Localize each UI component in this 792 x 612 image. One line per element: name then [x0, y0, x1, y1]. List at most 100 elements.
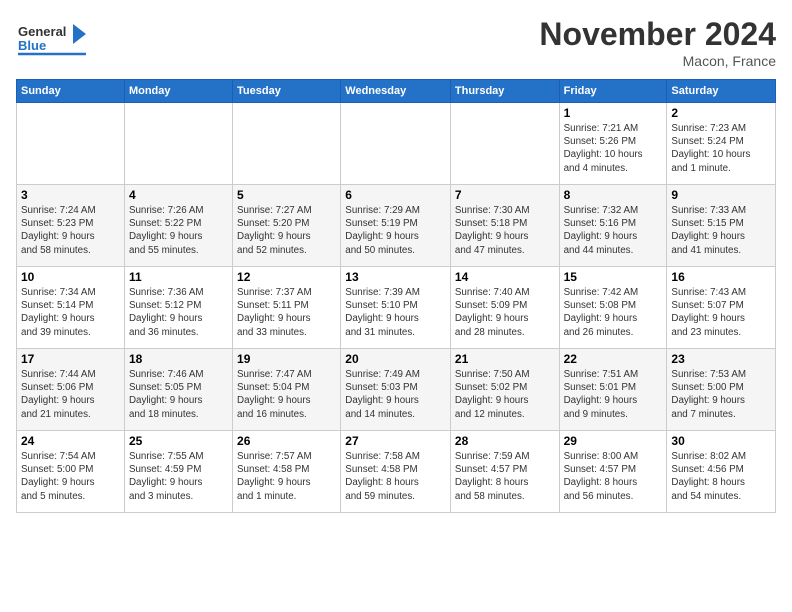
calendar-header: Sunday Monday Tuesday Wednesday Thursday…: [17, 80, 776, 103]
calendar-cell: 2Sunrise: 7:23 AM Sunset: 5:24 PM Daylig…: [667, 103, 776, 185]
header-monday: Monday: [124, 80, 232, 103]
calendar-cell: 7 Sunrise: 7:30 AM Sunset: 5:18 PM Daylig…: [450, 185, 559, 267]
calendar-cell: 10 Sunrise: 7:34 AM Sunset: 5:14 PM Dayli…: [17, 267, 125, 349]
day-info: Sunrise: 7:36 AM Sunset: 5:12 PM Dayligh…: [129, 286, 228, 339]
calendar-cell: 1Sunrise: 7:21 AM Sunset: 5:26 PM Daylig…: [559, 103, 667, 185]
day-info: Sunrise: 7:50 AM Sunset: 5:02 PM Dayligh…: [455, 368, 555, 421]
day-info: Sunrise: 7:34 AM Sunset: 5:14 PM Dayligh…: [21, 286, 120, 339]
day-info: Sunrise: 7:33 AM Sunset: 5:15 PM Dayligh…: [671, 204, 771, 257]
calendar-cell: 4 Sunrise: 7:26 AM Sunset: 5:22 PM Daylig…: [124, 185, 232, 267]
day-info: Sunrise: 7:44 AM Sunset: 5:06 PM Dayligh…: [21, 368, 120, 421]
day-number: 14: [455, 270, 555, 284]
calendar-cell: 8 Sunrise: 7:32 AM Sunset: 5:16 PM Daylig…: [559, 185, 667, 267]
page: General Blue November 2024 Macon, France…: [0, 0, 792, 612]
day-info: Sunrise: 7:49 AM Sunset: 5:03 PM Dayligh…: [345, 368, 446, 421]
day-info: Sunrise: 7:54 AM Sunset: 5:00 PM Dayligh…: [21, 450, 120, 503]
calendar-cell: 29 Sunrise: 8:00 AM Sunset: 4:57 PM Dayli…: [559, 431, 667, 513]
calendar-body: 1Sunrise: 7:21 AM Sunset: 5:26 PM Daylig…: [17, 103, 776, 513]
day-number: 24: [21, 434, 120, 448]
weekday-row: Sunday Monday Tuesday Wednesday Thursday…: [17, 80, 776, 103]
day-info: Sunrise: 7:23 AM Sunset: 5:24 PM Dayligh…: [671, 122, 771, 175]
day-number: 9: [671, 188, 771, 202]
day-number: 29: [564, 434, 663, 448]
day-number: 16: [671, 270, 771, 284]
day-number: 22: [564, 352, 663, 366]
calendar-cell: 20 Sunrise: 7:49 AM Sunset: 5:03 PM Dayli…: [341, 349, 451, 431]
day-info: Sunrise: 7:39 AM Sunset: 5:10 PM Dayligh…: [345, 286, 446, 339]
calendar-cell: 23Sunrise: 7:53 AM Sunset: 5:00 PM Dayli…: [667, 349, 776, 431]
day-number: 18: [129, 352, 228, 366]
day-info: Sunrise: 8:02 AM Sunset: 4:56 PM Dayligh…: [671, 450, 771, 503]
header-saturday: Saturday: [667, 80, 776, 103]
calendar-cell: [233, 103, 341, 185]
day-info: Sunrise: 7:40 AM Sunset: 5:09 PM Dayligh…: [455, 286, 555, 339]
calendar-cell: 21 Sunrise: 7:50 AM Sunset: 5:02 PM Dayli…: [450, 349, 559, 431]
calendar-cell: 27 Sunrise: 7:58 AM Sunset: 4:58 PM Dayli…: [341, 431, 451, 513]
day-number: 20: [345, 352, 446, 366]
header-friday: Friday: [559, 80, 667, 103]
day-info: Sunrise: 7:29 AM Sunset: 5:19 PM Dayligh…: [345, 204, 446, 257]
calendar-cell: 16 Sunrise: 7:43 AM Sunset: 5:07 PM Dayli…: [667, 267, 776, 349]
calendar-cell: 6 Sunrise: 7:29 AM Sunset: 5:19 PM Daylig…: [341, 185, 451, 267]
day-info: Sunrise: 7:47 AM Sunset: 5:04 PM Dayligh…: [237, 368, 336, 421]
day-info: Sunrise: 7:42 AM Sunset: 5:08 PM Dayligh…: [564, 286, 663, 339]
day-number: 28: [455, 434, 555, 448]
calendar-week-1: 1Sunrise: 7:21 AM Sunset: 5:26 PM Daylig…: [17, 103, 776, 185]
day-info: Sunrise: 7:37 AM Sunset: 5:11 PM Dayligh…: [237, 286, 336, 339]
day-number: 3: [21, 188, 120, 202]
calendar-cell: 14 Sunrise: 7:40 AM Sunset: 5:09 PM Dayli…: [450, 267, 559, 349]
day-info: Sunrise: 7:58 AM Sunset: 4:58 PM Dayligh…: [345, 450, 446, 503]
calendar-week-2: 3 Sunrise: 7:24 AM Sunset: 5:23 PM Daylig…: [17, 185, 776, 267]
calendar-cell: 19 Sunrise: 7:47 AM Sunset: 5:04 PM Dayli…: [233, 349, 341, 431]
calendar-cell: 11 Sunrise: 7:36 AM Sunset: 5:12 PM Dayli…: [124, 267, 232, 349]
day-number: 21: [455, 352, 555, 366]
day-number: 26: [237, 434, 336, 448]
calendar-cell: 9 Sunrise: 7:33 AM Sunset: 5:15 PM Daylig…: [667, 185, 776, 267]
day-number: 15: [564, 270, 663, 284]
day-info: Sunrise: 7:30 AM Sunset: 5:18 PM Dayligh…: [455, 204, 555, 257]
svg-text:Blue: Blue: [18, 38, 46, 53]
day-info: Sunrise: 7:27 AM Sunset: 5:20 PM Dayligh…: [237, 204, 336, 257]
calendar-cell: 15 Sunrise: 7:42 AM Sunset: 5:08 PM Dayli…: [559, 267, 667, 349]
calendar-cell: 12 Sunrise: 7:37 AM Sunset: 5:11 PM Dayli…: [233, 267, 341, 349]
day-number: 27: [345, 434, 446, 448]
day-number: 8: [564, 188, 663, 202]
day-info: Sunrise: 7:32 AM Sunset: 5:16 PM Dayligh…: [564, 204, 663, 257]
calendar-cell: 25Sunrise: 7:55 AM Sunset: 4:59 PM Dayli…: [124, 431, 232, 513]
calendar-cell: 24 Sunrise: 7:54 AM Sunset: 5:00 PM Dayli…: [17, 431, 125, 513]
day-number: 10: [21, 270, 120, 284]
calendar-cell: 30Sunrise: 8:02 AM Sunset: 4:56 PM Dayli…: [667, 431, 776, 513]
calendar-cell: [17, 103, 125, 185]
logo-svg: General Blue: [16, 16, 96, 61]
calendar-cell: [124, 103, 232, 185]
calendar-cell: [341, 103, 451, 185]
day-number: 4: [129, 188, 228, 202]
day-info: Sunrise: 7:24 AM Sunset: 5:23 PM Dayligh…: [21, 204, 120, 257]
day-number: 6: [345, 188, 446, 202]
header-tuesday: Tuesday: [233, 80, 341, 103]
calendar-cell: 26Sunrise: 7:57 AM Sunset: 4:58 PM Dayli…: [233, 431, 341, 513]
header: General Blue November 2024 Macon, France: [16, 16, 776, 69]
day-number: 17: [21, 352, 120, 366]
day-number: 19: [237, 352, 336, 366]
calendar-week-5: 24 Sunrise: 7:54 AM Sunset: 5:00 PM Dayli…: [17, 431, 776, 513]
logo: General Blue: [16, 16, 96, 61]
calendar-week-4: 17 Sunrise: 7:44 AM Sunset: 5:06 PM Dayli…: [17, 349, 776, 431]
calendar-week-3: 10 Sunrise: 7:34 AM Sunset: 5:14 PM Dayli…: [17, 267, 776, 349]
calendar-table: Sunday Monday Tuesday Wednesday Thursday…: [16, 79, 776, 513]
day-info: Sunrise: 7:26 AM Sunset: 5:22 PM Dayligh…: [129, 204, 228, 257]
day-info: Sunrise: 7:46 AM Sunset: 5:05 PM Dayligh…: [129, 368, 228, 421]
day-number: 1: [564, 106, 663, 120]
calendar-cell: 5Sunrise: 7:27 AM Sunset: 5:20 PM Daylig…: [233, 185, 341, 267]
day-info: Sunrise: 8:00 AM Sunset: 4:57 PM Dayligh…: [564, 450, 663, 503]
day-number: 11: [129, 270, 228, 284]
day-info: Sunrise: 7:55 AM Sunset: 4:59 PM Dayligh…: [129, 450, 228, 503]
calendar-cell: 3 Sunrise: 7:24 AM Sunset: 5:23 PM Daylig…: [17, 185, 125, 267]
day-number: 12: [237, 270, 336, 284]
calendar-cell: [450, 103, 559, 185]
day-number: 23: [671, 352, 771, 366]
day-info: Sunrise: 7:59 AM Sunset: 4:57 PM Dayligh…: [455, 450, 555, 503]
day-info: Sunrise: 7:51 AM Sunset: 5:01 PM Dayligh…: [564, 368, 663, 421]
day-number: 7: [455, 188, 555, 202]
day-info: Sunrise: 7:43 AM Sunset: 5:07 PM Dayligh…: [671, 286, 771, 339]
